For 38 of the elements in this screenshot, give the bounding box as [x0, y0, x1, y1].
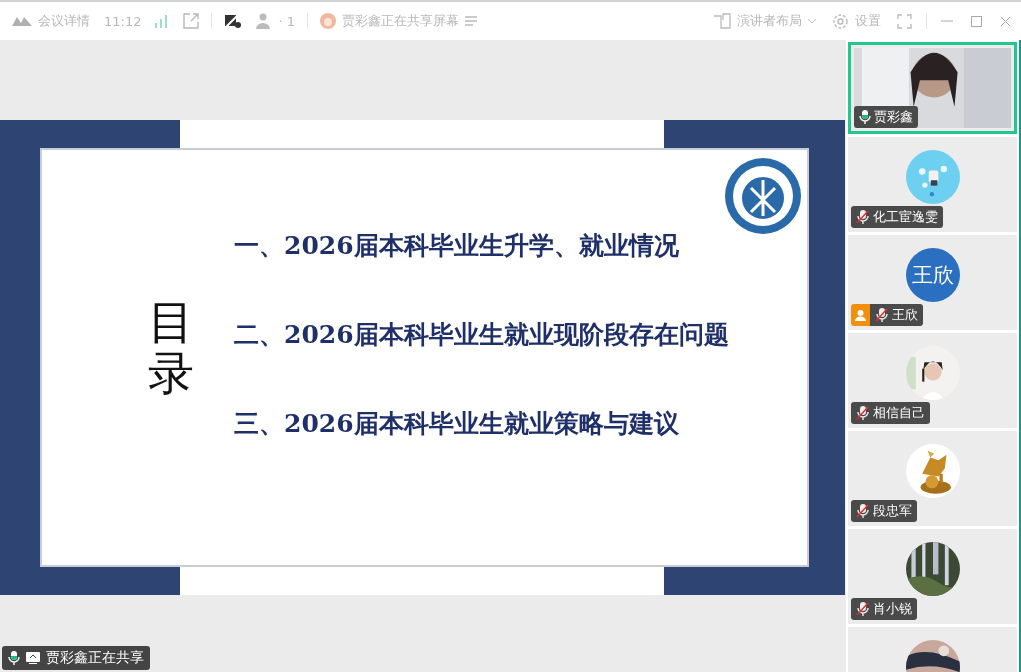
- participant-name: 贾彩鑫: [874, 108, 913, 126]
- video-off-icon[interactable]: [224, 12, 243, 30]
- participant-name: 相信自己: [873, 404, 925, 422]
- logo-icon: [12, 15, 32, 27]
- seal-logo-icon: [723, 156, 803, 236]
- person-icon[interactable]: [256, 13, 273, 29]
- agenda-item: 三、2026届本科毕业生就业策略与建议: [234, 408, 680, 440]
- caret-icon: [808, 18, 816, 24]
- participant-tile[interactable]: 肖小锐: [848, 529, 1017, 624]
- person-icon: [855, 309, 866, 321]
- menu-icon[interactable]: [465, 15, 477, 27]
- close-icon[interactable]: [1000, 15, 1011, 27]
- participant-tile[interactable]: 王欣 王欣: [848, 235, 1017, 330]
- initials-avatar: 王欣: [905, 248, 960, 302]
- sharing-text: 贾彩鑫正在共享: [46, 649, 144, 667]
- agenda-item: 一、2026届本科毕业生升学、就业情况: [234, 230, 680, 262]
- sharing-status: 贾彩鑫正在共享屏幕: [342, 12, 459, 30]
- agenda-item: 二、2026届本科毕业生就业现阶段存在问题: [234, 319, 729, 351]
- screen-share-icon: [26, 652, 40, 664]
- fullscreen-icon[interactable]: [897, 13, 912, 29]
- maximize-icon[interactable]: [971, 15, 982, 27]
- participant-name: 段忠军: [873, 502, 912, 520]
- layout-icon: [713, 13, 731, 29]
- participant-tile[interactable]: 相信自己: [848, 333, 1017, 428]
- slide-heading: 目录: [148, 296, 194, 399]
- participant-tile[interactable]: 贾彩鑫: [848, 42, 1017, 134]
- participant-name: 王欣: [892, 306, 918, 324]
- participant-count: · 1: [278, 13, 295, 29]
- participant-name: 化工宦逸雯: [873, 208, 938, 226]
- participant-tile[interactable]: 段忠军: [848, 431, 1017, 526]
- participant-tile[interactable]: [848, 627, 1017, 672]
- participant-tile[interactable]: 化工宦逸雯: [848, 137, 1017, 232]
- settings-icon: [832, 12, 849, 30]
- participant-name: 肖小锐: [873, 600, 912, 618]
- pop-out-icon[interactable]: [183, 13, 200, 29]
- meeting-time: 11:12: [104, 13, 142, 29]
- signal-icon: [155, 14, 168, 28]
- avatar-icon: [320, 13, 336, 29]
